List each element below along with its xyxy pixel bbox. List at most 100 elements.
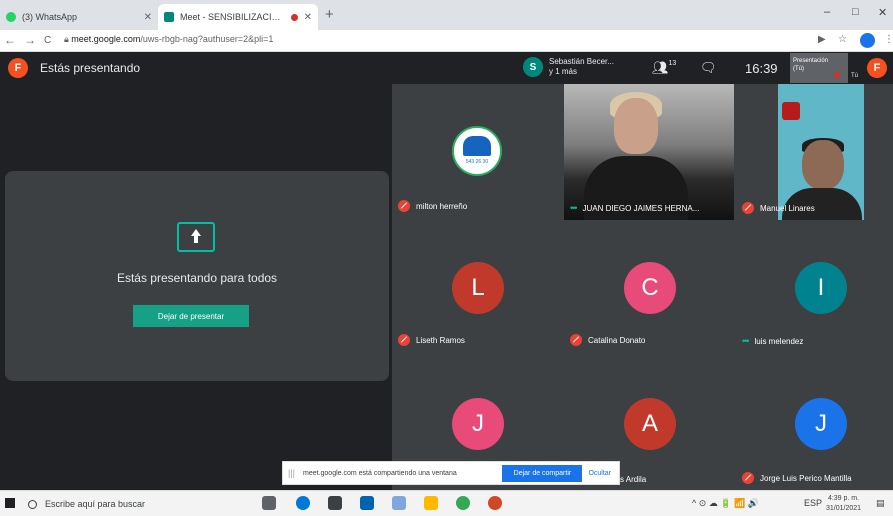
tab-meet-label: Meet - SENSIBILIZACION SI	[180, 12, 287, 22]
participant-avatar: C	[624, 262, 676, 314]
forward-button[interactable]: →	[24, 33, 36, 47]
input-language[interactable]: ESP	[804, 498, 822, 508]
participant-tile[interactable]: L Liseth Ramos	[392, 220, 564, 354]
participant-avatar: I	[795, 262, 847, 314]
mail-icon[interactable]	[360, 496, 374, 510]
people-icon[interactable]: 👥︎13	[652, 60, 676, 76]
participant-tile[interactable]: 543 26 30 milton herreño	[392, 84, 564, 220]
hide-notice-button[interactable]: Ocultar	[588, 470, 611, 477]
whatsapp-icon	[6, 12, 16, 22]
close-window-button[interactable]: ✕	[878, 6, 887, 19]
participant-tile[interactable]: I ••• luis melendez	[736, 220, 893, 354]
tab-meet[interactable]: Meet - SENSIBILIZACION SI ✕	[158, 4, 318, 30]
search-icon	[28, 499, 37, 509]
star-icon[interactable]: ☆	[838, 34, 847, 45]
participant-label: ••• JUAN DIEGO JAIMES HERNA...	[570, 203, 699, 213]
mic-off-icon	[834, 72, 840, 78]
self-avatar: F	[8, 58, 28, 78]
windows-start-icon[interactable]	[5, 498, 15, 508]
participant-label: Manuel Linares	[742, 202, 815, 214]
participant-name: Liseth Ramos	[416, 335, 465, 345]
new-tab-button[interactable]: +	[325, 6, 334, 23]
url-host: meet.google.com	[71, 34, 141, 44]
presenter-more: y 1 más	[549, 67, 578, 76]
presenter-avatar: S	[523, 57, 543, 77]
screen-sharing-notice: ||| meet.google.com está compartiendo un…	[282, 461, 620, 485]
meeting-clock: 16:39	[745, 61, 778, 76]
chrome-icon[interactable]	[456, 496, 470, 510]
system-date: 31/01/2021	[826, 505, 862, 512]
mic-off-icon	[742, 202, 754, 214]
mic-off-icon	[570, 334, 582, 346]
chat-icon[interactable]: 🗨︎	[700, 60, 717, 76]
store-icon[interactable]	[328, 496, 342, 510]
participant-tile[interactable]: C Catalina Donato	[564, 220, 736, 354]
stop-presenting-button[interactable]: Dejar de presentar	[133, 305, 249, 327]
search-placeholder: Escribe aquí para buscar	[45, 499, 146, 509]
system-time: 4:39 p. m.	[827, 495, 860, 502]
file-explorer-icon[interactable]	[424, 496, 438, 510]
self-avatar-thumb: F	[867, 58, 887, 78]
participant-name: Jorge Luis Perico Mantilla	[760, 473, 852, 483]
screen: (3) WhatsApp ✕ Meet - SENSIBILIZACION SI…	[0, 0, 893, 516]
presenting-pane: Estás presentando para todos Dejar de pr…	[0, 84, 392, 490]
participant-name: Catalina Donato	[588, 335, 646, 345]
tab-whatsapp[interactable]: (3) WhatsApp ✕	[0, 4, 158, 30]
taskbar: Escribe aquí para buscar ^ ⊙ ☁ 🔋 📶 🔊 ESP…	[0, 490, 893, 516]
participant-tile[interactable]: J Jorge Luis Perico Mantilla	[736, 354, 893, 490]
presentation-thumbnail[interactable]: Presentación (Tú)	[790, 53, 848, 83]
presenting-message: Estás presentando para todos	[116, 271, 278, 285]
participant-avatar: J	[795, 398, 847, 450]
app-icon[interactable]	[392, 496, 406, 510]
self-label: Tú	[851, 73, 859, 79]
mic-off-icon	[742, 472, 754, 484]
present-screen-icon	[177, 222, 215, 252]
participant-name: luis melendez	[754, 336, 804, 346]
participant-name: JUAN DIEGO JAIMES HERNA...	[582, 203, 700, 213]
speaking-indicator-icon: •••	[742, 336, 750, 346]
company-logo: 543 26 30	[452, 126, 502, 176]
maximize-button[interactable]: □	[852, 6, 859, 18]
close-tab-icon[interactable]: ✕	[144, 12, 152, 23]
browser-tab-bar: (3) WhatsApp ✕ Meet - SENSIBILIZACION SI…	[0, 0, 893, 30]
system-clock[interactable]: 4:39 p. m. 31/01/2021	[826, 494, 861, 514]
participant-avatar: L	[452, 262, 504, 314]
participant-avatar: A	[624, 398, 676, 450]
powerpoint-icon[interactable]	[488, 496, 502, 510]
url-field[interactable]: 🔒︎ meet.google.com/uws-rbgb-nag?authuser…	[64, 34, 273, 45]
cast-icon[interactable]: ▶	[818, 34, 826, 45]
task-view-icon[interactable]	[262, 496, 276, 510]
profile-icon[interactable]	[860, 33, 875, 48]
taskbar-search[interactable]: Escribe aquí para buscar	[22, 494, 242, 514]
stop-sharing-button[interactable]: Dejar de compartir	[502, 464, 583, 482]
address-bar: ← → C 🔒︎ meet.google.com/uws-rbgb-nag?au…	[0, 30, 893, 52]
speaking-indicator-icon: •••	[570, 203, 578, 213]
logo-text: 543 26 30	[465, 159, 489, 165]
system-tray-icons[interactable]: ^ ⊙ ☁ 🔋 📶 🔊	[692, 498, 759, 509]
menu-icon[interactable]: ⋮	[884, 34, 893, 45]
back-button[interactable]: ←	[4, 33, 16, 47]
participant-name: s Ardila	[620, 475, 647, 484]
participant-video[interactable]	[778, 84, 864, 220]
participant-name: milton herreño	[416, 201, 468, 211]
presenter-name: Sebastián Becer...	[549, 57, 614, 66]
presenter-chip[interactable]: S Sebastián Becer... y 1 más	[523, 57, 614, 77]
close-tab-icon[interactable]: ✕	[304, 12, 312, 23]
tab-whatsapp-label: (3) WhatsApp	[22, 12, 78, 22]
recording-icon	[290, 13, 298, 21]
edge-icon[interactable]	[296, 496, 310, 510]
notifications-icon[interactable]: ▤	[876, 498, 885, 509]
url-path: /uws-rbgb-nag?authuser=2&pli=1	[140, 34, 274, 44]
reload-button[interactable]: C	[44, 35, 51, 46]
drag-handle-icon[interactable]: |||	[288, 468, 295, 478]
presenting-card: Estás presentando para todos Dejar de pr…	[5, 171, 389, 381]
participant-video[interactable]	[564, 84, 734, 220]
participant-avatar: J	[452, 398, 504, 450]
mic-off-icon	[398, 334, 410, 346]
participant-name: Manuel Linares	[760, 203, 815, 213]
sharing-notice-text: meet.google.com está compartiendo una ve…	[303, 469, 457, 477]
mic-off-icon	[398, 200, 410, 212]
presentation-label: Presentación	[793, 58, 829, 64]
minimize-button[interactable]: –	[824, 6, 830, 18]
participants-count: 13	[668, 60, 677, 67]
